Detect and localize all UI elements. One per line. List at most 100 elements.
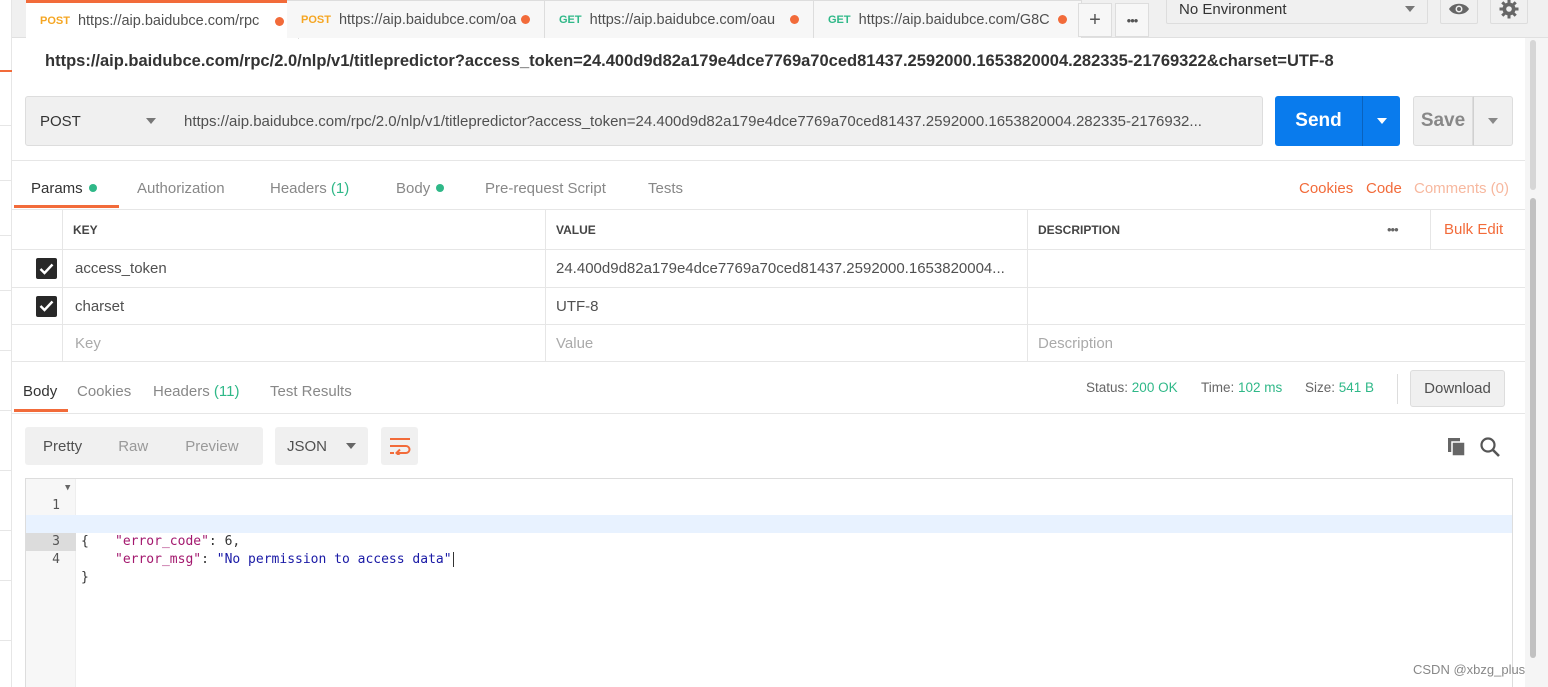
response-headers-count: (11) — [213, 383, 240, 400]
tab-tests[interactable]: Tests — [648, 180, 683, 197]
view-pretty-button[interactable]: Pretty — [25, 438, 82, 455]
comments-link[interactable]: Comments (0) — [1414, 180, 1509, 197]
param-description-cell[interactable] — [1027, 288, 1525, 324]
param-key-cell[interactable]: access_token — [62, 250, 546, 287]
column-header-description: DESCRIPTION — [1027, 210, 1377, 249]
tab-body[interactable]: Body — [396, 180, 445, 197]
main-scrollbar[interactable] — [1525, 38, 1548, 687]
param-value-cell[interactable]: 24.400d9d82a179e4dce7769a70ced81437.2592… — [545, 250, 1028, 287]
response-tab-headers-label: Headers — [153, 383, 210, 400]
empty-checkbox-cell — [12, 325, 62, 361]
param-value-cell[interactable]: UTF-8 — [545, 288, 1028, 324]
param-description-cell[interactable] — [1027, 250, 1525, 287]
line-number: 4 — [52, 552, 60, 567]
save-button[interactable]: Save — [1413, 96, 1473, 146]
sidebar-divider — [0, 640, 12, 641]
time-value[interactable]: 102 ms — [1238, 380, 1282, 395]
send-options-button[interactable] — [1362, 96, 1400, 146]
row-checkbox[interactable] — [12, 250, 62, 287]
save-options-button[interactable] — [1473, 96, 1513, 146]
active-tab-underline — [14, 205, 119, 208]
code-line: 2 "error_code": 6, — [26, 497, 1512, 549]
code-line: 1 ▼ { — [26, 479, 1512, 549]
download-button[interactable]: Download — [1410, 370, 1505, 407]
request-url-value: https://aip.baidubce.com/rpc/2.0/nlp/v1/… — [184, 112, 1202, 130]
tab-prerequest-script[interactable]: Pre-request Script — [485, 180, 606, 197]
param-key-cell[interactable]: charset — [62, 288, 546, 324]
chevron-down-icon — [146, 118, 156, 124]
chevron-down-icon — [346, 443, 356, 449]
sidebar-divider — [0, 580, 12, 581]
tab-url: https://aip.baidubce.com/oau — [338, 11, 517, 28]
status-label: Status: — [1086, 380, 1129, 395]
tab-params-label: Params — [31, 180, 83, 197]
fold-arrow-icon[interactable]: ▼ — [65, 479, 70, 497]
request-tab-1[interactable]: POST https://aip.baidubce.com/rpc — [26, 0, 299, 39]
new-description-input[interactable]: Description — [1027, 325, 1525, 361]
sidebar-divider — [0, 470, 12, 471]
chevron-down-icon — [1376, 118, 1387, 124]
new-key-input[interactable]: Key — [62, 325, 546, 361]
send-button[interactable]: Send — [1275, 96, 1362, 146]
tab-headers[interactable]: Headers (1) — [270, 180, 349, 197]
http-method-select[interactable]: POST — [25, 96, 171, 146]
time-label: Time: — [1201, 380, 1235, 395]
tab-method: GET — [559, 13, 582, 26]
request-url-input[interactable]: https://aip.baidubce.com/rpc/2.0/nlp/v1/… — [170, 96, 1263, 146]
tab-authorization[interactable]: Authorization — [137, 180, 225, 197]
code-line-active: 3 "error_msg": "No permission to access … — [26, 515, 1512, 567]
tab-params[interactable]: Params — [31, 180, 97, 197]
request-tab-4[interactable]: GET https://aip.baidubce.com/G8C — [814, 0, 1082, 38]
search-icon[interactable] — [1479, 436, 1501, 458]
more-icon: ••• — [1126, 12, 1139, 28]
json-key: "error_msg" — [115, 552, 202, 567]
unsaved-dot-icon — [521, 15, 530, 24]
tab-method: GET — [828, 13, 851, 26]
copy-icon[interactable] — [1446, 436, 1468, 458]
settings-button[interactable] — [1490, 0, 1528, 24]
row-checkbox[interactable] — [12, 288, 62, 324]
view-preview-button[interactable]: Preview — [148, 438, 238, 455]
chevron-down-icon — [1488, 118, 1498, 124]
sidebar-divider — [0, 410, 12, 411]
response-tab-cookies[interactable]: Cookies — [77, 383, 131, 400]
table-header-row: KEY VALUE DESCRIPTION ••• Bulk Edit — [12, 210, 1525, 250]
scrollbar-thumb-upper[interactable] — [1530, 40, 1536, 190]
sidebar-divider — [0, 290, 12, 291]
size-value[interactable]: 541 B — [1339, 380, 1374, 395]
tab-options-button[interactable]: ••• — [1115, 3, 1149, 37]
plus-icon: + — [1089, 8, 1101, 31]
status-value[interactable]: 200 OK — [1132, 380, 1178, 395]
headers-count: (1) — [330, 180, 350, 197]
active-tab-underline — [14, 409, 68, 412]
code-link[interactable]: Code — [1366, 180, 1402, 197]
response-body-editor[interactable]: 1 ▼ { 2 "error_code": 6, 3 "error_msg": … — [25, 478, 1513, 687]
tab-url: https://aip.baidubce.com/G8C — [858, 11, 1050, 28]
view-raw-button[interactable]: Raw — [82, 438, 148, 455]
request-tab-3[interactable]: GET https://aip.baidubce.com/oau — [545, 0, 814, 38]
request-tab-2[interactable]: POST https://aip.baidubce.com/oau — [287, 0, 545, 38]
bulk-edit-link[interactable]: Bulk Edit — [1430, 210, 1525, 249]
tab-method: POST — [40, 15, 70, 27]
response-tab-headers[interactable]: Headers (11) — [153, 383, 239, 400]
http-method-value: POST — [40, 112, 81, 130]
tab-method: POST — [301, 13, 331, 26]
chevron-down-icon — [1405, 6, 1415, 12]
response-tab-body[interactable]: Body — [23, 383, 57, 400]
new-value-input[interactable]: Value — [545, 325, 1028, 361]
sidebar-divider — [0, 125, 12, 126]
status-separator — [1397, 374, 1398, 404]
response-tab-test-results[interactable]: Test Results — [270, 383, 352, 400]
scrollbar-thumb[interactable] — [1530, 198, 1536, 658]
format-select[interactable]: JSON — [275, 427, 368, 465]
new-tab-button[interactable]: + — [1078, 3, 1112, 37]
tab-url: https://aip.baidubce.com/oau — [589, 11, 776, 28]
cookies-link[interactable]: Cookies — [1299, 180, 1353, 197]
table-row: access_token 24.400d9d82a179e4dce7769a70… — [12, 250, 1525, 288]
environment-select[interactable]: No Environment — [1166, 0, 1428, 24]
wrap-lines-button[interactable] — [381, 427, 418, 465]
columns-more-icon[interactable]: ••• — [1377, 210, 1427, 249]
sidebar-collapsed — [0, 0, 12, 687]
gear-icon — [1499, 0, 1519, 19]
environment-quick-look-button[interactable] — [1440, 0, 1478, 24]
